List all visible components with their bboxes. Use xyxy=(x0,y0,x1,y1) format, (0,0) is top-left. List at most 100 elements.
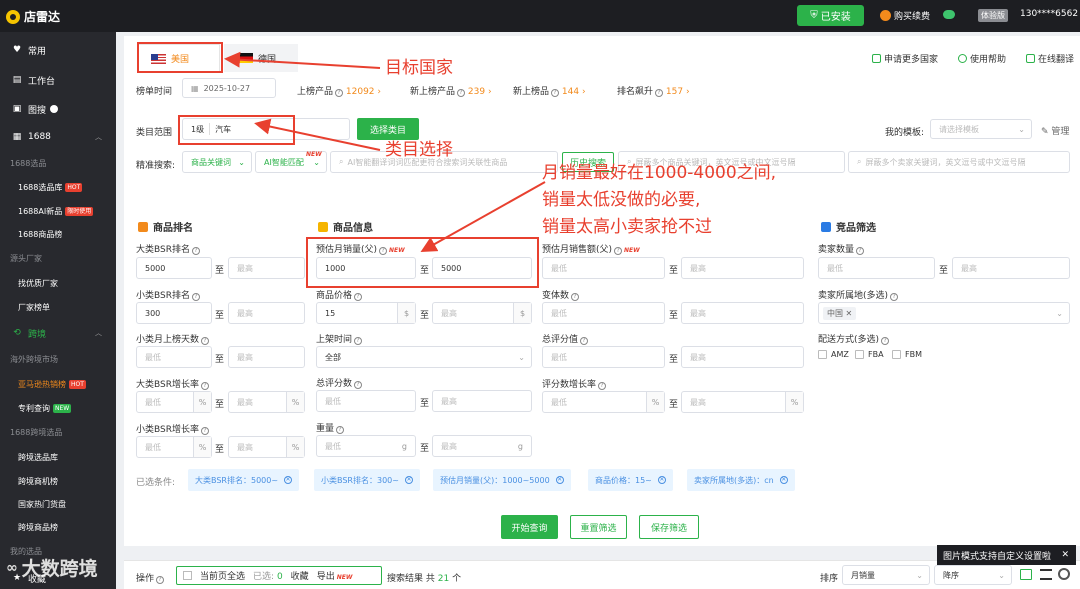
rating-count-min-input[interactable]: 最低 xyxy=(316,390,416,412)
template-select[interactable]: 请选择模板 ⌄ xyxy=(930,119,1032,139)
total-score-min-input[interactable]: 最低 xyxy=(542,346,665,368)
sidebar-item-1688[interactable]: ▦ 1688 ︿ xyxy=(0,126,116,148)
start-search-button[interactable]: 开始查询 xyxy=(501,515,558,539)
seller-location-tag[interactable]: 中国 ✕ xyxy=(823,306,857,320)
sidebar-item-cross-opportunity[interactable]: 跨境商机榜 xyxy=(0,470,116,492)
collect-button[interactable]: 收藏 xyxy=(291,569,309,582)
weight-min-input[interactable]: 最低 g xyxy=(316,435,416,457)
small-bsr-max-input[interactable]: 最高 xyxy=(228,302,305,324)
select-category-button[interactable]: 选择类目 xyxy=(357,118,419,140)
small-bsr-growth-min-input[interactable]: 最低% xyxy=(136,436,212,458)
close-icon[interactable]: ✕ xyxy=(555,476,564,484)
sidebar-item-find-factory[interactable]: 找优质厂家 xyxy=(0,272,116,294)
big-bsr-growth-min-input[interactable]: 最低% xyxy=(136,391,212,413)
sidebar-item-1688-library[interactable]: 1688选品库 HOT xyxy=(0,176,116,198)
close-icon[interactable]: ✕ xyxy=(779,476,788,484)
block-seller-keyword-input[interactable]: ⌕ 屏蔽多个卖家关键词，英文逗号或中文逗号隔 xyxy=(848,151,1070,173)
sidebar-item-factory-rank[interactable]: 厂家榜单 xyxy=(0,296,116,318)
sidebar-item-amazon-hot[interactable]: 亚马逊热销榜 HOT xyxy=(0,373,116,395)
selected-chip[interactable]: 卖家所属地(多选)：cn ✕ xyxy=(687,469,795,491)
sidebar-item-1688-ai[interactable]: 1688AI新品 限时使用 xyxy=(0,200,116,222)
manage-link[interactable]: ✎ 管理 xyxy=(1041,124,1069,137)
precise-search-label: 精准搜索: xyxy=(136,161,176,171)
reset-filter-button[interactable]: 重置筛选 xyxy=(570,515,627,539)
translate-link[interactable]: 在线翻译 xyxy=(1026,52,1074,65)
select-all-label[interactable]: 当前页全选 xyxy=(200,569,245,582)
selected-chip[interactable]: 预估月销量(父)：1000~5000 ✕ xyxy=(433,469,571,491)
selected-chip[interactable]: 大类BSR排名：5000~ ✕ xyxy=(188,469,300,491)
sidebar-item-cross-library[interactable]: 跨境选品库 xyxy=(0,446,116,468)
small-days-max-input[interactable]: 最高 xyxy=(228,346,305,368)
installed-button[interactable]: ⛨ 已安装 xyxy=(797,5,864,26)
review-growth-min-input[interactable]: 最低% xyxy=(542,391,665,413)
rank-time-picker[interactable]: ▦ 2025-10-27 xyxy=(182,78,276,98)
small-days-min-input[interactable]: 最低 xyxy=(136,346,212,368)
seller-count-max-input[interactable]: 最高 xyxy=(952,257,1070,279)
small-bsr-min-input[interactable]: 300 xyxy=(136,302,212,324)
small-bsr-growth-max-input[interactable]: 最高% xyxy=(228,436,305,458)
list-view-icon[interactable] xyxy=(1040,569,1052,580)
seller-count-min-input[interactable]: 最低 xyxy=(818,257,935,279)
sidebar-item-cross-rank[interactable]: 跨境商品榜 xyxy=(0,516,116,538)
help-link[interactable]: 使用帮助 xyxy=(958,52,1006,65)
price-max-input[interactable]: 最高 $ xyxy=(432,302,532,324)
big-bsr-min-input[interactable]: 5000 xyxy=(136,257,212,279)
close-icon[interactable]: ✕ xyxy=(404,476,413,484)
close-icon[interactable]: ✕ xyxy=(284,476,293,484)
close-icon[interactable]: ✕ xyxy=(657,476,666,484)
user-id[interactable]: 130****6562 xyxy=(1020,9,1078,19)
delivery-fba-checkbox[interactable]: FBA xyxy=(855,350,884,359)
close-icon[interactable]: ✕ xyxy=(1061,550,1069,560)
new-on-rank-stat[interactable]: 新上榜产品? 239 › xyxy=(410,84,492,97)
monthly-revenue-max-input[interactable]: 最高 xyxy=(681,257,804,279)
dollar-suffix: $ xyxy=(397,303,415,323)
apply-countries-link[interactable]: 申请更多国家 xyxy=(872,52,938,65)
selected-chip[interactable]: 商品价格：15~ ✕ xyxy=(588,469,673,491)
selected-chip[interactable]: 小类BSR排名：300~ ✕ xyxy=(314,469,420,491)
save-filter-button[interactable]: 保存筛选 xyxy=(639,515,699,539)
keyword-type-select[interactable]: 商品关键词 ⌄ xyxy=(182,151,252,173)
new-rank-stat[interactable]: 新上榜品? 144 › xyxy=(513,84,586,97)
input-placeholder: 最低 xyxy=(827,263,843,273)
price-min-input[interactable]: 15 $ xyxy=(316,302,416,324)
rank-rise-stat[interactable]: 排名飙升? 157 › xyxy=(617,84,690,97)
installed-label: 已安装 xyxy=(820,12,851,23)
section-label: 商品排名 xyxy=(153,223,193,234)
sidebar-item-1688-rank[interactable]: 1688商品榜 xyxy=(0,223,116,245)
field-label: 卖家数量 xyxy=(818,245,855,255)
delivery-amz-checkbox[interactable]: AMZ xyxy=(818,350,849,359)
export-button[interactable]: 导出 NEW xyxy=(317,569,353,582)
sidebar-item-workbench[interactable]: ▤ 工作台 xyxy=(0,69,116,91)
sidebar-item-patent[interactable]: 专利查询 NEW xyxy=(0,397,116,419)
cloud-icon[interactable] xyxy=(943,10,955,19)
monthly-revenue-min-input[interactable]: 最低 xyxy=(542,257,665,279)
big-bsr-growth-max-input[interactable]: 最高% xyxy=(228,391,305,413)
section-competition-title: 竞品筛选 xyxy=(821,219,876,234)
total-score-max-input[interactable]: 最高 xyxy=(681,346,804,368)
variants-min-input[interactable]: 最低 xyxy=(542,302,665,324)
sort-order-select[interactable]: 降序 ⌄ xyxy=(934,565,1012,585)
stat-value: 12092 xyxy=(345,87,375,97)
sort-field-select[interactable]: 月销量 ⌄ xyxy=(842,565,930,585)
settings-icon[interactable] xyxy=(1058,568,1070,580)
app-logo[interactable]: 店雷达 xyxy=(6,8,60,25)
launch-time-select[interactable]: 全部 ⌄ xyxy=(316,346,532,368)
sidebar-item-country-hot[interactable]: 国家热门货盘 xyxy=(0,493,116,515)
tab-de[interactable]: 德国 xyxy=(224,44,298,72)
sidebar-item-favorites[interactable]: ♥ 常用 xyxy=(0,39,116,61)
seller-location-select[interactable]: 中国 ✕ ⌄ xyxy=(818,302,1070,324)
on-rank-stat[interactable]: 上榜产品? 12092 › xyxy=(297,84,381,97)
delivery-fbm-checkbox[interactable]: FBM xyxy=(892,350,922,359)
renew-button[interactable]: 购买续费 xyxy=(880,9,930,22)
tab-label: 德国 xyxy=(258,54,277,65)
weight-max-input[interactable]: 最高 g xyxy=(432,435,532,457)
big-bsr-max-input[interactable]: 最高 xyxy=(228,257,305,279)
rating-count-max-input[interactable]: 最高 xyxy=(432,390,532,412)
sidebar-item-image-search[interactable]: ▣ 图搜 xyxy=(0,98,116,120)
variants-max-input[interactable]: 最高 xyxy=(681,302,804,324)
review-growth-max-input[interactable]: 最高% xyxy=(681,391,804,413)
image-view-icon[interactable] xyxy=(1020,569,1032,580)
chart-icon xyxy=(138,221,148,232)
sidebar-item-cross-border[interactable]: ⟲ 跨境 ︿ xyxy=(0,322,116,344)
select-all-checkbox[interactable] xyxy=(183,571,192,580)
